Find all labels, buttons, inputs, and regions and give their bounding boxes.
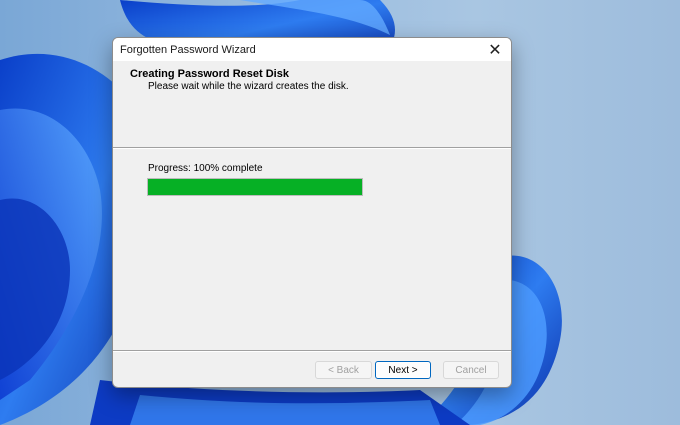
progress-label: Progress: 100% complete: [148, 163, 263, 174]
window-title: Forgotten Password Wizard: [120, 43, 256, 56]
cancel-button[interactable]: Cancel: [443, 361, 499, 379]
progress-fill: [148, 179, 362, 195]
close-button[interactable]: ✕: [479, 38, 511, 61]
header-divider: [113, 147, 511, 149]
page-title: Creating Password Reset Disk: [130, 68, 289, 80]
footer-divider: [113, 350, 511, 352]
page-subtitle: Please wait while the wizard creates the…: [148, 81, 349, 92]
wizard-header: Creating Password Reset Disk Please wait…: [113, 61, 511, 147]
next-button[interactable]: Next >: [375, 361, 431, 379]
close-icon: ✕: [488, 41, 502, 59]
back-button[interactable]: < Back: [315, 361, 372, 379]
wizard-dialog: Forgotten Password Wizard ✕ Creating Pas…: [112, 37, 512, 388]
progress-bar: [147, 178, 363, 196]
title-bar[interactable]: Forgotten Password Wizard ✕: [113, 38, 511, 61]
